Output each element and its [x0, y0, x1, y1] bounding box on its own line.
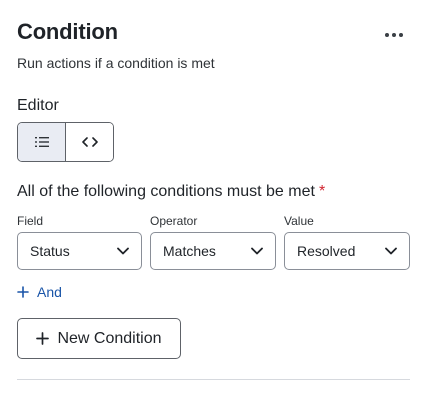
field-column-label: Field [17, 214, 44, 228]
field-select-value: Status [30, 243, 70, 259]
panel-title: Condition [17, 19, 118, 44]
conditions-heading: All of the following conditions must be … [17, 183, 325, 201]
operator-select[interactable]: Matches [150, 232, 276, 270]
required-indicator: * [318, 183, 326, 200]
plus-icon [17, 286, 29, 298]
visual-editor-button[interactable] [18, 123, 66, 161]
chevron-down-icon [117, 247, 129, 255]
chevron-down-icon [251, 247, 263, 255]
new-condition-label: New Condition [57, 329, 162, 347]
section-divider [17, 379, 410, 380]
new-condition-button[interactable]: New Condition [17, 318, 181, 359]
operator-select-value: Matches [163, 243, 216, 259]
and-link-label: And [37, 284, 62, 300]
chevron-down-icon [385, 247, 397, 255]
field-select[interactable]: Status [17, 232, 142, 270]
value-select-value: Resolved [297, 243, 356, 259]
conditions-heading-text: All of the following conditions must be … [17, 183, 315, 200]
code-icon [81, 137, 98, 147]
plus-icon [36, 332, 50, 345]
operator-column-label: Operator [150, 214, 198, 228]
more-horizontal-icon [385, 33, 403, 37]
panel-subtitle: Run actions if a condition is met [17, 55, 215, 71]
more-options-button[interactable] [378, 22, 410, 48]
editor-mode-toggle [17, 122, 114, 162]
value-column-label: Value [284, 214, 314, 228]
list-icon [34, 137, 49, 147]
add-and-condition-link[interactable]: And [17, 282, 62, 302]
value-select[interactable]: Resolved [284, 232, 410, 270]
condition-panel: Condition Run actions if a condition is … [0, 0, 427, 413]
editor-label: Editor [17, 97, 59, 114]
code-editor-button[interactable] [66, 123, 113, 161]
